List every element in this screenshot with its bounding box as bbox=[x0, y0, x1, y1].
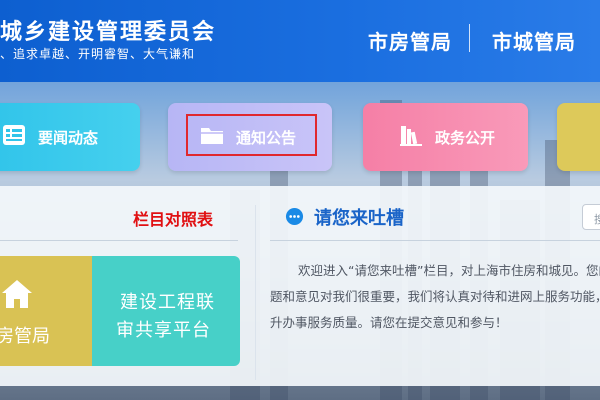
left-divider bbox=[0, 240, 238, 241]
news-list-icon bbox=[2, 124, 26, 150]
column-reference-title[interactable]: 栏目对照表 bbox=[133, 206, 213, 230]
platform-label-line2: 审共享平台 bbox=[116, 320, 211, 341]
chat-bubble-icon bbox=[285, 207, 304, 226]
tile-news[interactable]: 要闻动态 bbox=[0, 103, 140, 171]
tile-more[interactable] bbox=[557, 103, 600, 171]
housing-bureau-label: 房管局 bbox=[0, 326, 50, 347]
search-input[interactable]: 搜 bbox=[582, 204, 600, 230]
selection-highlight-box bbox=[186, 114, 317, 156]
platform-label-line1: 建设工程联 bbox=[120, 292, 215, 313]
site-slogan: 、追求卓越、开明睿智、大气谦和 bbox=[0, 47, 196, 61]
right-divider bbox=[270, 240, 600, 241]
vertical-divider bbox=[255, 205, 256, 380]
tile-government-affairs[interactable]: 政务公开 bbox=[363, 103, 528, 171]
tile-gov-label: 政务公开 bbox=[435, 128, 496, 147]
housing-bureau-card[interactable] bbox=[0, 256, 94, 366]
site-title: 城乡建设管理委员会 bbox=[0, 20, 217, 45]
tile-news-label: 要闻动态 bbox=[38, 128, 99, 147]
house-icon bbox=[2, 280, 32, 308]
housing-bureau-link[interactable]: 市房管局 bbox=[368, 26, 452, 55]
books-icon bbox=[399, 124, 423, 150]
site-header: 城乡建设管理委员会 、追求卓越、开明睿智、大气谦和 市房管局 市城管局 bbox=[0, 0, 600, 82]
header-separator bbox=[469, 24, 470, 52]
feedback-section-title: 请您来吐槽 bbox=[314, 208, 404, 229]
urban-management-link[interactable]: 市城管局 bbox=[492, 26, 576, 55]
feedback-intro-text: 欢迎进入“请您来吐槽”栏目，对上海市住房和城见。您的问题和意见对我们很重要，我们… bbox=[270, 263, 600, 330]
